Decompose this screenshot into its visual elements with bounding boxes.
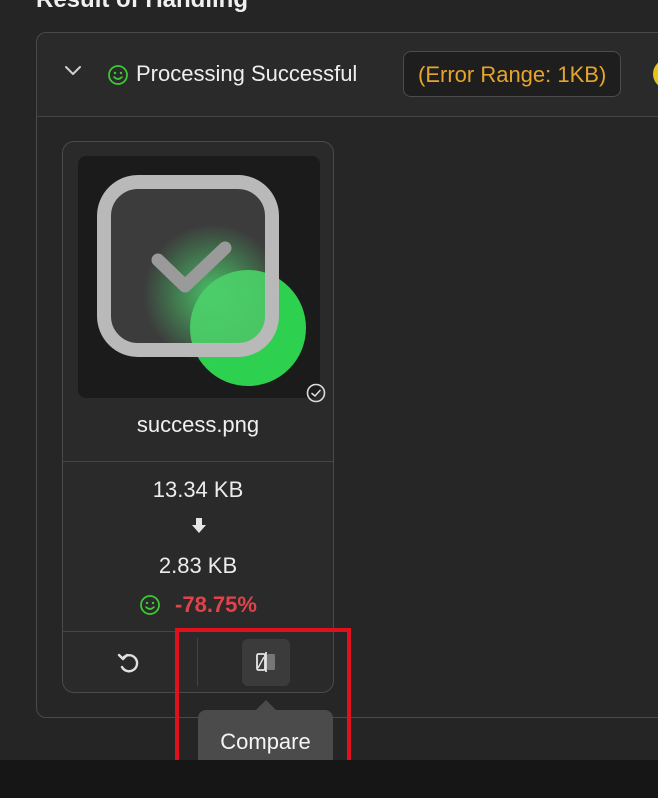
- file-name: success.png: [136, 412, 260, 437]
- smile-icon: [140, 595, 160, 615]
- compare-button[interactable]: [242, 639, 290, 686]
- check-circle-icon: [306, 383, 326, 403]
- error-range-badge: (Error Range: 1KB): [403, 51, 622, 97]
- result-panel-header[interactable]: Processing Successful (Error Range: 1KB): [37, 33, 658, 117]
- reduction-percent: -78.75%: [175, 592, 257, 617]
- file-thumbnail: [78, 156, 320, 398]
- original-size: 13.34 KB: [152, 477, 244, 502]
- result-page: Result of Handling Processing Successful…: [0, 0, 658, 798]
- tooltip-text: Compare: [220, 729, 311, 754]
- undo-icon[interactable]: [115, 649, 143, 677]
- compare-icon: [256, 652, 275, 672]
- action-divider: [197, 638, 198, 686]
- file-card: success.png 13.34 KB 2.83 KB -78.75%: [62, 141, 334, 693]
- warning-icon: [653, 59, 658, 89]
- card-divider: [63, 461, 333, 462]
- reduction-row: -78.75%: [63, 592, 333, 618]
- smile-icon: [108, 65, 128, 85]
- card-actions: [63, 632, 333, 693]
- compressed-size: 2.83 KB: [158, 553, 238, 578]
- footer-bar: [0, 760, 658, 798]
- status-text: Processing Successful: [136, 61, 358, 86]
- section-title: Result of Handling: [36, 0, 248, 14]
- chevron-down-icon[interactable]: [63, 61, 83, 81]
- arrow-down-icon: [192, 518, 206, 533]
